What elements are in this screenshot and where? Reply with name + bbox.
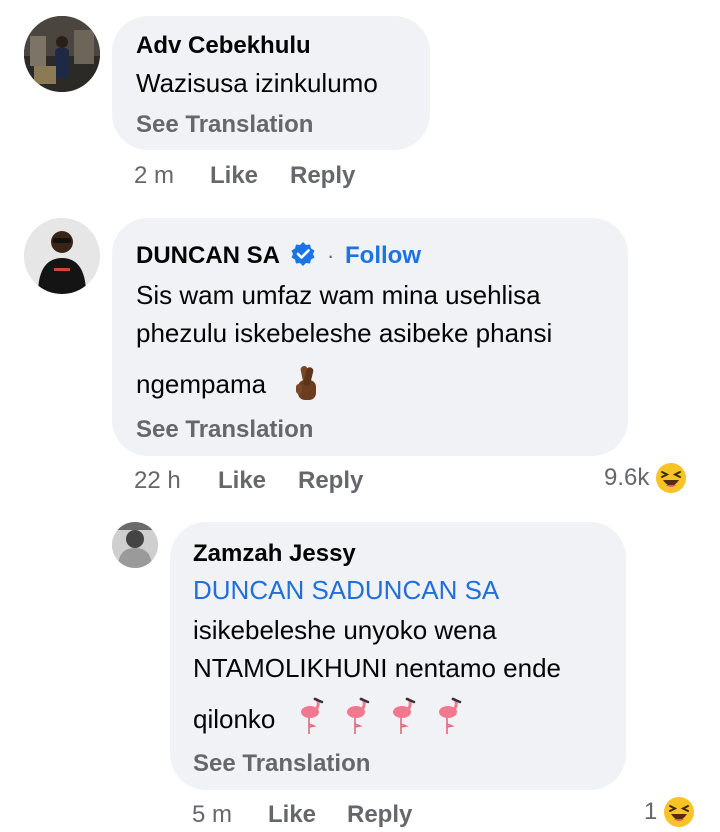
comment-timestamp[interactable]: 2 m bbox=[134, 162, 174, 190]
comment-timestamp[interactable]: 5 m bbox=[192, 801, 232, 829]
flamingo-icon bbox=[347, 697, 370, 734]
avatar-zamzah-jessy[interactable] bbox=[112, 522, 158, 568]
like-button[interactable]: Like bbox=[218, 467, 266, 495]
crossed-fingers-icon bbox=[296, 366, 316, 400]
flamingo-icon bbox=[393, 697, 416, 734]
separator-dot: · bbox=[327, 243, 335, 268]
comment-text: Wazisusa izinkulumo bbox=[136, 68, 378, 98]
courtroom-photo bbox=[24, 16, 100, 92]
comment-timestamp[interactable]: 22 h bbox=[134, 467, 181, 495]
reply-button[interactable]: Reply bbox=[347, 801, 412, 829]
like-button[interactable]: Like bbox=[268, 801, 316, 829]
comment-text-line: ngempama bbox=[136, 369, 267, 399]
reaction-count: 9.6k bbox=[604, 464, 650, 491]
laughing-emoji-icon bbox=[656, 463, 687, 493]
reaction-count: 1 bbox=[644, 798, 658, 825]
comment-text-line: NTAMOLIKHUNI nentamo ende bbox=[193, 653, 561, 683]
comment-author[interactable]: Adv Cebekhulu bbox=[136, 32, 311, 60]
avatar-duncan-sa[interactable] bbox=[24, 218, 100, 294]
flamingo-emoji-group bbox=[296, 696, 464, 736]
flamingo-icon bbox=[301, 697, 324, 734]
like-button[interactable]: Like bbox=[210, 162, 258, 190]
follow-button[interactable]: Follow bbox=[345, 242, 421, 270]
reaction-summary[interactable]: 1 bbox=[644, 796, 695, 828]
avatar-adv-cebekhulu[interactable] bbox=[24, 16, 100, 92]
comment-text-line: qilonko bbox=[193, 704, 276, 734]
comment-author[interactable]: Zamzah Jessy bbox=[193, 540, 356, 568]
person-photo bbox=[24, 218, 100, 294]
comment-text-line: phezulu iskebeleshe asibeke phansi bbox=[136, 318, 553, 348]
mention-link[interactable]: DUNCAN SADUNCAN SA bbox=[193, 571, 499, 609]
see-translation-link[interactable]: See Translation bbox=[136, 416, 313, 444]
verified-badge-icon bbox=[291, 242, 315, 266]
see-translation-link[interactable]: See Translation bbox=[136, 111, 313, 139]
comment-text-line: isikebeleshe unyoko wena bbox=[193, 615, 497, 645]
flamingo-icon bbox=[439, 697, 462, 734]
see-translation-link[interactable]: See Translation bbox=[193, 750, 370, 778]
comment-author[interactable]: DUNCAN SA bbox=[136, 242, 280, 270]
reaction-summary[interactable]: 9.6k bbox=[604, 462, 687, 494]
laughing-emoji-icon bbox=[664, 797, 695, 827]
reply-button[interactable]: Reply bbox=[298, 467, 363, 495]
comment-text-line: Sis wam umfaz wam mina usehlisa bbox=[136, 280, 541, 310]
person-photo bbox=[112, 522, 158, 568]
reply-button[interactable]: Reply bbox=[290, 162, 355, 190]
